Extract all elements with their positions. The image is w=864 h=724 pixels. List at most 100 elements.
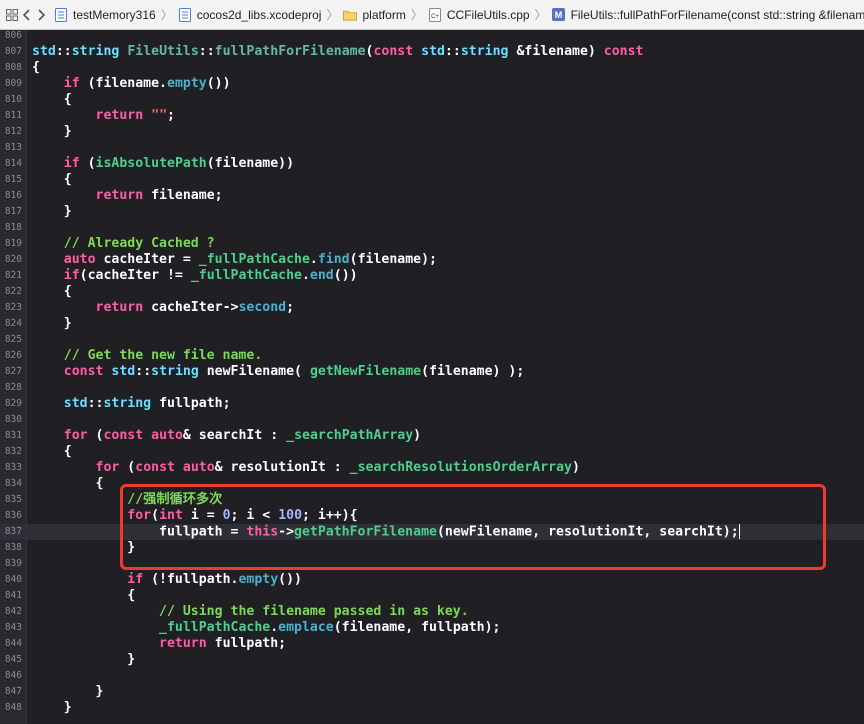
code-line[interactable]: 808 { — [0, 60, 864, 76]
code-line[interactable]: 843 _fullPathCache.emplace(filename, ful… — [0, 620, 864, 636]
related-items-grid-icon[interactable] — [6, 6, 18, 24]
breadcrumb-folder[interactable]: platform — [343, 8, 406, 22]
line-number: 847 — [4, 686, 22, 697]
code-text[interactable]: return filename; — [32, 188, 223, 204]
line-number: 811 — [4, 110, 22, 121]
code-text[interactable]: } — [32, 684, 104, 700]
line-number: 819 — [4, 238, 22, 249]
code-line[interactable]: 839 — [0, 556, 864, 572]
code-line[interactable]: 842 // Using the filename passed in as k… — [0, 604, 864, 620]
line-number: 840 — [4, 574, 22, 585]
code-text[interactable]: return cacheIter->second; — [32, 300, 295, 316]
breadcrumb-method[interactable]: M FileUtils::fullPathForFilename(const s… — [552, 8, 864, 22]
code-line[interactable]: 820 auto cacheIter = _fullPathCache.find… — [0, 252, 864, 268]
code-line[interactable]: 819 // Already Cached ? — [0, 236, 864, 252]
code-text[interactable]: } — [32, 124, 72, 140]
code-text[interactable]: auto cacheIter = _fullPathCache.find(fil… — [32, 252, 437, 268]
code-line[interactable]: 834 { — [0, 476, 864, 492]
code-line[interactable]: 831 for (const auto& searchIt : _searchP… — [0, 428, 864, 444]
code-text[interactable]: fullpath = this->getPathForFilename(newF… — [32, 524, 741, 541]
breadcrumb-file[interactable]: C+ CCFileUtils.cpp — [428, 7, 530, 22]
code-text[interactable]: { — [32, 476, 104, 492]
code-line[interactable]: 816 return filename; — [0, 188, 864, 204]
code-text[interactable]: for (const auto& resolutionIt : _searchR… — [32, 460, 580, 476]
breadcrumb-label: CCFileUtils.cpp — [446, 7, 530, 22]
current-code-line[interactable]: 837 fullpath = this->getPathForFilename(… — [0, 524, 864, 540]
code-text[interactable]: for(int i = 0; i < 100; i++){ — [32, 508, 357, 524]
code-line[interactable]: 815 { — [0, 172, 864, 188]
line-number: 841 — [4, 590, 22, 601]
code-text[interactable]: } — [32, 540, 135, 556]
code-text[interactable]: { — [32, 172, 72, 188]
svg-text:C+: C+ — [431, 14, 439, 20]
code-line[interactable]: 844 return fullpath; — [0, 636, 864, 652]
code-line[interactable]: 828 — [0, 380, 864, 396]
xcode-project-icon — [54, 7, 68, 22]
code-line[interactable]: 835 //强制循环多次 — [0, 492, 864, 508]
code-line[interactable]: 806 — [0, 30, 864, 44]
line-number: 845 — [4, 654, 22, 665]
line-number: 839 — [4, 558, 22, 569]
code-line[interactable]: 813 — [0, 140, 864, 156]
code-text[interactable]: // Get the new file name. — [32, 348, 263, 364]
code-line[interactable]: 826 // Get the new file name. — [0, 348, 864, 364]
code-line[interactable]: 840 if (!fullpath.empty()) — [0, 572, 864, 588]
code-text[interactable]: { — [32, 60, 40, 76]
code-text[interactable]: } — [32, 700, 72, 716]
code-text[interactable]: //强制循环多次 — [32, 492, 222, 508]
line-number: 821 — [4, 270, 22, 281]
code-text[interactable]: for (const auto& searchIt : _searchPathA… — [32, 428, 421, 444]
breadcrumb-separator: 〉 — [534, 8, 547, 22]
code-line[interactable]: 810 { — [0, 92, 864, 108]
code-line[interactable]: 812 } — [0, 124, 864, 140]
line-number: 820 — [4, 254, 22, 265]
code-line[interactable]: 814 if (isAbsolutePath(filename)) — [0, 156, 864, 172]
code-text[interactable]: if (filename.empty()) — [32, 76, 231, 92]
code-text[interactable]: return fullpath; — [32, 636, 286, 652]
code-line[interactable]: 838 } — [0, 540, 864, 556]
code-text[interactable]: } — [32, 204, 72, 220]
code-line[interactable]: 818 — [0, 220, 864, 236]
code-text[interactable]: return ""; — [32, 108, 175, 124]
code-text[interactable]: std::string fullpath; — [32, 396, 231, 412]
chevron-right-icon[interactable] — [36, 6, 46, 24]
breadcrumb-xcodeproj[interactable]: cocos2d_libs.xcodeproj — [178, 7, 321, 22]
code-line[interactable]: 817 } — [0, 204, 864, 220]
code-text[interactable]: if (!fullpath.empty()) — [32, 572, 302, 588]
code-text[interactable]: { — [32, 444, 72, 460]
code-line[interactable]: 807 std::string FileUtils::fullPathForFil… — [0, 44, 864, 60]
code-line[interactable]: 809 if (filename.empty()) — [0, 76, 864, 92]
breadcrumb-project[interactable]: testMemory316 — [54, 7, 156, 22]
code-text[interactable]: // Already Cached ? — [32, 236, 215, 252]
code-line[interactable]: 824 } — [0, 316, 864, 332]
code-line[interactable]: 848 } — [0, 700, 864, 716]
code-line[interactable]: 830 — [0, 412, 864, 428]
code-line[interactable]: 845 } — [0, 652, 864, 668]
code-text[interactable]: } — [32, 652, 135, 668]
code-text[interactable]: { — [32, 284, 72, 300]
code-line[interactable]: 829 std::string fullpath; — [0, 396, 864, 412]
code-text[interactable]: const std::string newFilename( getNewFil… — [32, 364, 525, 380]
code-text[interactable]: { — [32, 588, 135, 604]
code-line[interactable]: 823 return cacheIter->second; — [0, 300, 864, 316]
code-line[interactable]: 811 return ""; — [0, 108, 864, 124]
code-line[interactable]: 846 — [0, 668, 864, 684]
code-text[interactable]: } — [32, 316, 72, 332]
code-line[interactable]: 821 if(cacheIter != _fullPathCache.end()… — [0, 268, 864, 284]
code-text[interactable]: std::string FileUtils::fullPathForFilena… — [32, 44, 643, 60]
source-editor[interactable]: 806 807 std::string FileUtils::fullPathFor… — [0, 30, 864, 724]
code-line[interactable]: 825 — [0, 332, 864, 348]
code-line[interactable]: 841 { — [0, 588, 864, 604]
code-line[interactable]: 827 const std::string newFilename( getNe… — [0, 364, 864, 380]
code-line[interactable]: 832 { — [0, 444, 864, 460]
code-text[interactable]: { — [32, 92, 72, 108]
code-text[interactable]: _fullPathCache.emplace(filename, fullpat… — [32, 620, 500, 636]
code-line[interactable]: 847 } — [0, 684, 864, 700]
code-text[interactable]: // Using the filename passed in as key. — [32, 604, 469, 620]
code-line[interactable]: 836 for(int i = 0; i < 100; i++){ — [0, 508, 864, 524]
code-text[interactable]: if (isAbsolutePath(filename)) — [32, 156, 294, 172]
code-line[interactable]: 822 { — [0, 284, 864, 300]
code-text[interactable]: if(cacheIter != _fullPathCache.end()) — [32, 268, 358, 284]
chevron-left-icon[interactable] — [22, 6, 32, 24]
code-line[interactable]: 833 for (const auto& resolutionIt : _sea… — [0, 460, 864, 476]
